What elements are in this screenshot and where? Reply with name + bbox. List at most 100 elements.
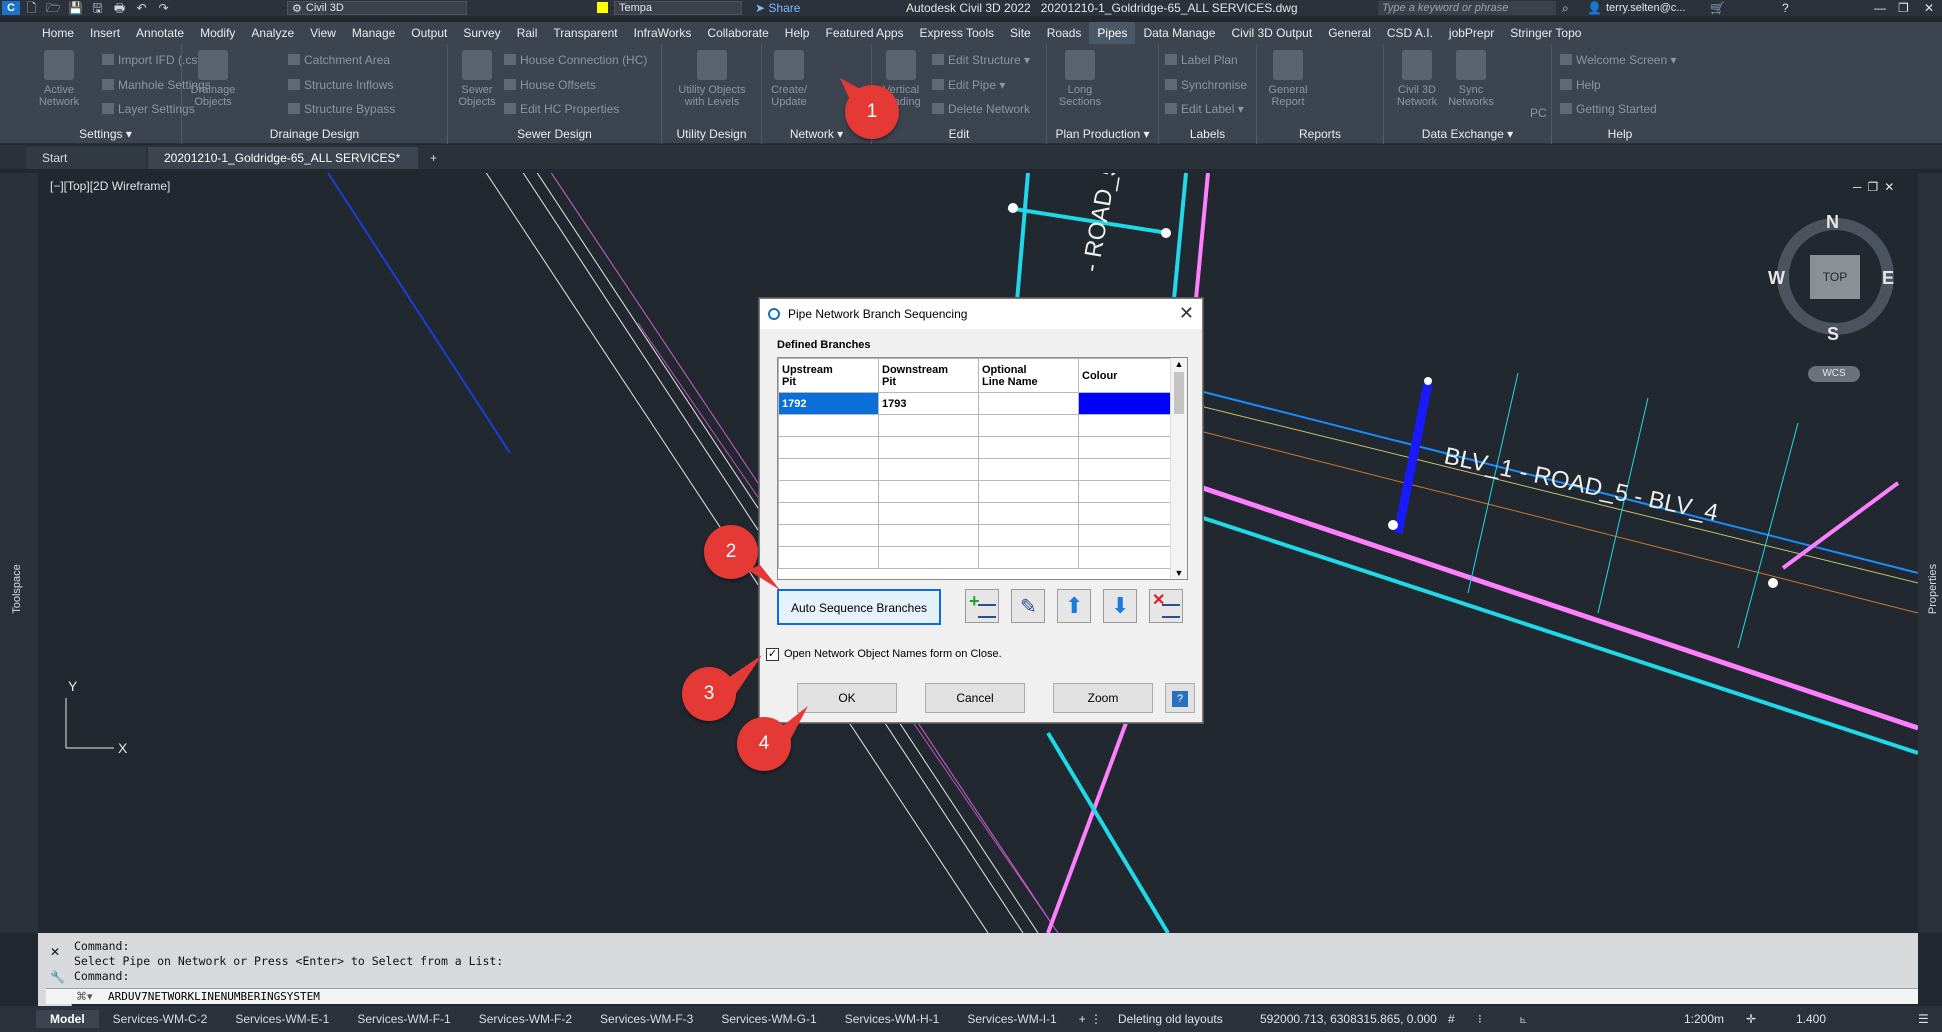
getting-started-button[interactable]: Getting Started <box>1560 102 1657 116</box>
table-row[interactable] <box>778 480 1171 503</box>
tab-roads[interactable]: Roads <box>1039 22 1090 44</box>
delete-branch-button[interactable]: ✕ <box>1149 589 1183 623</box>
table-row[interactable] <box>778 546 1171 569</box>
properties-bar[interactable]: Properties <box>1918 173 1942 933</box>
colour-cell[interactable] <box>1078 392 1171 415</box>
tab-drawing[interactable]: 20201210-1_Goldridge-65_ALL SERVICES* ✕ <box>148 147 418 187</box>
house-offsets-button[interactable]: House Offsets <box>504 78 596 92</box>
auto-sequence-button[interactable]: Auto Sequence Branches <box>777 589 941 625</box>
grid-toggle-icon[interactable]: # <box>1448 1012 1455 1026</box>
table-row[interactable] <box>778 414 1171 437</box>
layout-tab-services-wm-f-1[interactable]: Services-WM-F-1 <box>343 1010 464 1028</box>
tab-featured-apps[interactable]: Featured Apps <box>817 22 911 44</box>
tab-help[interactable]: Help <box>777 22 818 44</box>
civil3d-network-button[interactable]: Civil 3D Network <box>1392 50 1442 108</box>
command-wrench-icon[interactable]: 🔧 <box>50 970 65 984</box>
edit-structure-button[interactable]: Edit Structure ▾ <box>932 53 1030 67</box>
cart-icon[interactable]: 🛒 <box>1710 1 1725 15</box>
drainage-objects-button[interactable]: Drainage Objects <box>188 50 238 108</box>
tab-survey[interactable]: Survey <box>455 22 508 44</box>
move-up-button[interactable]: ⬆ <box>1057 589 1091 623</box>
ok-button[interactable]: OK <box>797 683 897 713</box>
tab-modify[interactable]: Modify <box>192 22 243 44</box>
add-layout-icon[interactable]: + <box>1079 1012 1086 1026</box>
dialog-help-button[interactable]: ? <box>1165 683 1195 713</box>
structure-bypass-button[interactable]: Structure Bypass <box>288 102 395 116</box>
magenta-main-line[interactable] <box>1187 480 1918 731</box>
share-button[interactable]: ➤ Share <box>755 1 800 15</box>
wcs-button[interactable]: WCS <box>1808 366 1860 382</box>
general-report-button[interactable]: General Report <box>1263 50 1313 108</box>
table-row[interactable] <box>778 502 1171 525</box>
plan-group-title[interactable]: Plan Production ▾ <box>1047 127 1158 141</box>
edit-pipe-button[interactable]: Edit Pipe ▾ <box>932 78 1005 92</box>
magenta-branch[interactable] <box>1781 481 1900 570</box>
utility-objects-button[interactable]: Utility Objects with Levels <box>667 50 757 108</box>
create-update-button[interactable]: Create/ Update <box>764 50 814 108</box>
house-connection-button[interactable]: House Connection (HC) <box>504 53 647 67</box>
tab-rail[interactable]: Rail <box>509 22 546 44</box>
tab-civil-3d-output[interactable]: Civil 3D Output <box>1223 22 1320 44</box>
delete-network-button[interactable]: Delete Network <box>932 102 1030 116</box>
toolspace-label[interactable]: Toolspace <box>11 564 23 614</box>
help-icon[interactable]: ? <box>1782 1 1789 15</box>
status-menu-icon[interactable]: ⋮ <box>1090 1012 1102 1026</box>
plot-icon[interactable]: 🖶 <box>112 1 127 15</box>
catchment-area-button[interactable]: Catchment Area <box>288 53 390 67</box>
snap-toggle-icon[interactable]: ⁝ <box>1478 1012 1482 1026</box>
coordinates-readout[interactable]: 592000.713, 6308315.865, 0.000 <box>1260 1012 1437 1026</box>
layout-tab-services-wm-g-1[interactable]: Services-WM-G-1 <box>707 1010 830 1028</box>
layout-tab-services-wm-f-3[interactable]: Services-WM-F-3 <box>586 1010 707 1028</box>
ortho-toggle-icon[interactable]: ⦜ <box>1520 1012 1527 1027</box>
user-icon[interactable]: 👤 <box>1587 1 1602 15</box>
upstream-cell[interactable]: 1792 <box>778 392 879 415</box>
tab-start[interactable]: Start <box>26 147 146 169</box>
compass-east[interactable]: E <box>1882 268 1894 289</box>
add-branch-button[interactable]: + <box>965 589 999 623</box>
edit-branch-button[interactable]: ✎ <box>1011 589 1045 623</box>
tab-site[interactable]: Site <box>1002 22 1039 44</box>
tab-view[interactable]: View <box>302 22 344 44</box>
viewport-controls[interactable]: [−][Top][2D Wireframe] <box>50 179 170 193</box>
command-close-icon[interactable]: ✕ <box>50 945 60 959</box>
tab-csd-a-i-[interactable]: CSD A.I. <box>1379 22 1441 44</box>
line-name-cell[interactable] <box>978 392 1079 415</box>
layout-tab-services-wm-i-1[interactable]: Services-WM-I-1 <box>953 1010 1070 1028</box>
command-input[interactable]: ⌘▾ ARDUV7NETWORKLINENUMBERINGSYSTEM <box>46 988 1918 1004</box>
long-sections-button[interactable]: Long Sections <box>1055 50 1105 108</box>
compass-west[interactable]: W <box>1768 268 1785 289</box>
user-name[interactable]: terry.selten@c... <box>1606 2 1685 14</box>
open-names-checkbox-label[interactable]: Open Network Object Names form on Close. <box>784 648 1002 660</box>
tab-pipes[interactable]: Pipes <box>1089 22 1136 44</box>
pit-node-1[interactable] <box>1388 520 1398 530</box>
tab-home[interactable]: Home <box>34 22 82 44</box>
properties-label[interactable]: Properties <box>1927 564 1939 614</box>
viewcube-top-button[interactable]: TOP <box>1810 255 1860 299</box>
table-row[interactable] <box>778 524 1171 547</box>
tab-jobprepr[interactable]: jobPrepr <box>1441 22 1502 44</box>
redo-icon[interactable]: ↷ <box>156 1 171 15</box>
scroll-thumb[interactable] <box>1174 372 1184 414</box>
layer-settings-button[interactable]: Layer Settings <box>102 102 195 116</box>
tab-general[interactable]: General <box>1320 22 1379 44</box>
dialog-title-bar[interactable]: Pipe Network Branch Sequencing <box>760 299 1202 329</box>
branches-table[interactable]: Upstream Pit Downstream Pit Optional Lin… <box>777 357 1188 580</box>
undo-icon[interactable]: ↶ <box>134 1 149 15</box>
welcome-screen-button[interactable]: Welcome Screen ▾ <box>1560 53 1677 67</box>
layout-tab-services-wm-e-1[interactable]: Services-WM-E-1 <box>221 1010 343 1028</box>
open-names-checkbox[interactable]: ✓ <box>766 648 779 661</box>
pit-node-5[interactable] <box>1161 228 1171 238</box>
edit-label-button[interactable]: Edit Label ▾ <box>1165 102 1244 116</box>
compass-south[interactable]: S <box>1827 324 1839 345</box>
pit-node-2[interactable] <box>1768 578 1778 588</box>
pit-node-3[interactable] <box>1424 377 1432 385</box>
table-row[interactable] <box>778 436 1171 459</box>
toolspace-bar[interactable]: Toolspace <box>0 173 38 933</box>
tab-transparent[interactable]: Transparent <box>545 22 625 44</box>
search-input[interactable]: Type a keyword or phrase <box>1378 1 1556 15</box>
workspace-select[interactable]: ⚙ Civil 3D <box>287 1 467 15</box>
table-row[interactable] <box>778 458 1171 481</box>
tab-data-manage[interactable]: Data Manage <box>1135 22 1223 44</box>
scroll-down-icon[interactable]: ▼ <box>1171 567 1187 579</box>
new-tab-button[interactable]: + <box>420 147 447 169</box>
